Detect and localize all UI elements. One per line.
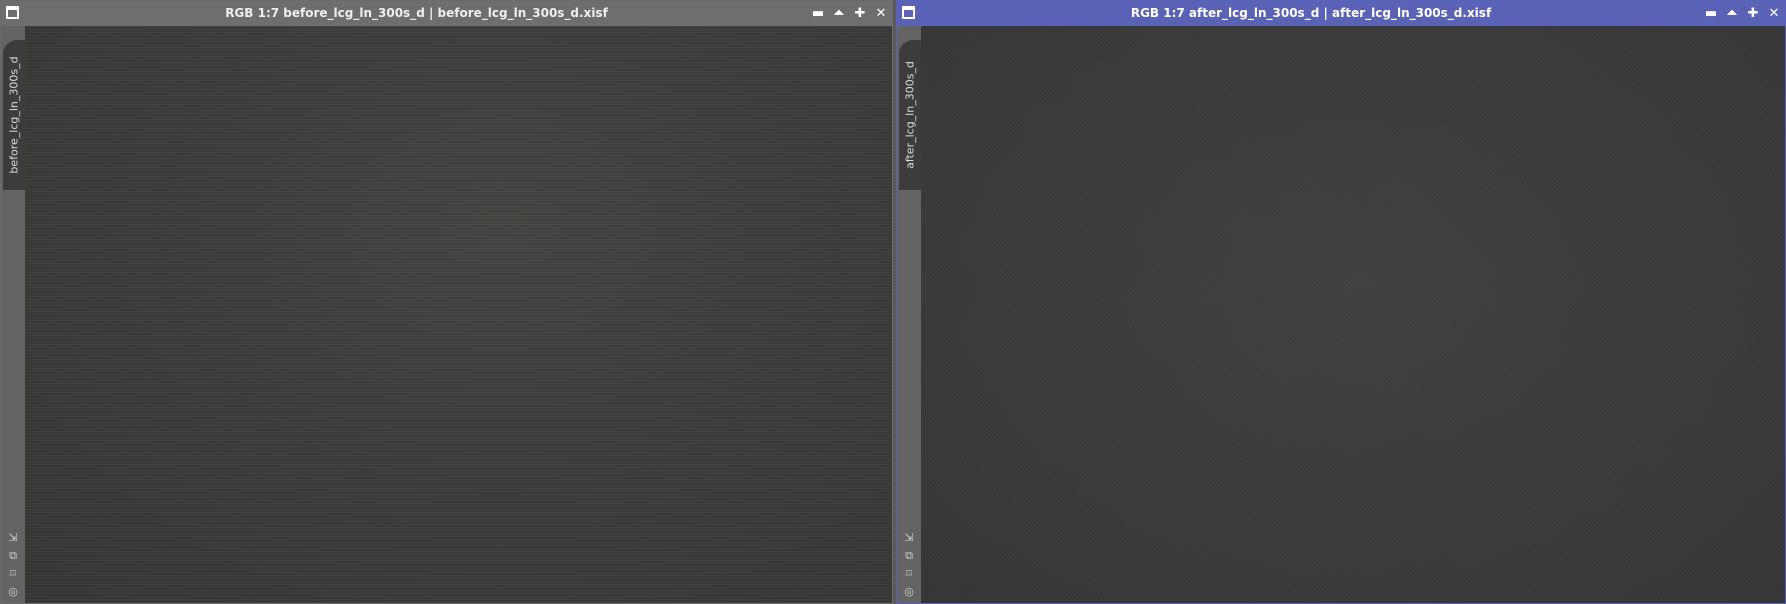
workspace: RGB 1:7 before_lcg_ln_300s_d | before_lc… (0, 0, 1786, 604)
sidebar-icons: ⇲ ⧉ ⌑ ◎ (1, 531, 25, 599)
image-canvas[interactable] (921, 26, 1785, 603)
minimize-icon[interactable]: ▬ (811, 6, 825, 21)
shade-icon[interactable]: ⏶ (1725, 6, 1739, 21)
maximize-icon[interactable]: ✚ (1746, 6, 1760, 21)
clone-view-icon[interactable]: ⧉ (6, 549, 20, 563)
fit-view-icon[interactable]: ⇲ (902, 531, 916, 545)
window-menu-icon[interactable] (902, 6, 915, 19)
view-identifier-label: after_lcg_ln_300s_d (903, 61, 917, 169)
view-identifier-tab[interactable]: before_lcg_ln_300s_d (3, 40, 25, 190)
zoom-to-fit-icon[interactable]: ⌑ (6, 567, 20, 581)
mask-visibility-icon[interactable]: ◎ (6, 585, 20, 599)
fit-view-icon[interactable]: ⇲ (6, 531, 20, 545)
window-titlebar[interactable]: RGB 1:7 after_lcg_ln_300s_d | after_lcg_… (897, 1, 1785, 26)
view-sidebar: before_lcg_ln_300s_d ⇲ ⧉ ⌑ ◎ (1, 26, 25, 603)
minimize-icon[interactable]: ▬ (1704, 6, 1718, 21)
window-titlebar[interactable]: RGB 1:7 before_lcg_ln_300s_d | before_lc… (1, 1, 892, 26)
window-controls: ▬ ⏶ ✚ ✕ (811, 1, 888, 26)
maximize-icon[interactable]: ✚ (853, 6, 867, 21)
shade-icon[interactable]: ⏶ (832, 6, 846, 21)
close-icon[interactable]: ✕ (874, 6, 888, 21)
sidebar-icons: ⇲ ⧉ ⌑ ◎ (897, 531, 921, 599)
window-title: RGB 1:7 after_lcg_ln_300s_d | after_lcg_… (1130, 6, 1492, 20)
window-menu-icon[interactable] (6, 6, 19, 19)
window-title: RGB 1:7 before_lcg_ln_300s_d | before_lc… (225, 6, 608, 20)
image-window-after[interactable]: RGB 1:7 after_lcg_ln_300s_d | after_lcg_… (896, 0, 1786, 604)
view-sidebar: after_lcg_ln_300s_d ⇲ ⧉ ⌑ ◎ (897, 26, 921, 603)
close-icon[interactable]: ✕ (1767, 6, 1781, 21)
image-window-before[interactable]: RGB 1:7 before_lcg_ln_300s_d | before_lc… (0, 0, 893, 604)
zoom-to-fit-icon[interactable]: ⌑ (902, 567, 916, 581)
window-controls: ▬ ⏶ ✚ ✕ (1704, 1, 1781, 26)
clone-view-icon[interactable]: ⧉ (902, 549, 916, 563)
view-identifier-tab[interactable]: after_lcg_ln_300s_d (899, 40, 921, 190)
mask-visibility-icon[interactable]: ◎ (902, 585, 916, 599)
image-canvas[interactable] (25, 26, 892, 603)
view-identifier-label: before_lcg_ln_300s_d (7, 56, 21, 174)
